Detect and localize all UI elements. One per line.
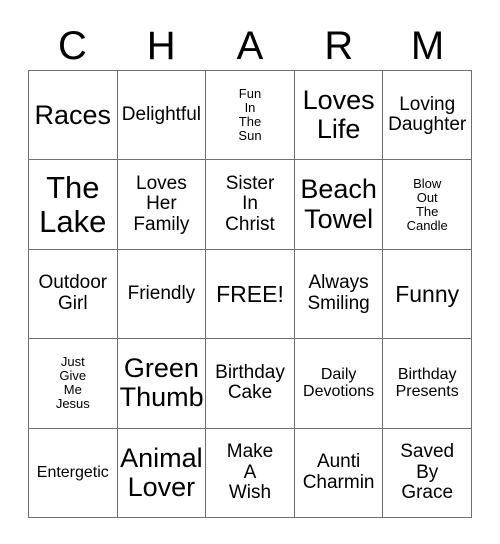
bingo-cell[interactable]: Friendly [117,249,207,340]
bingo-cell-label: Daily Devotions [303,366,375,401]
bingo-cell[interactable]: Loving Daughter [383,71,472,161]
bingo-cell-label: Loves Life [302,85,375,145]
bingo-cell[interactable]: Sister In Christ [206,160,295,250]
bingo-cell[interactable]: Make A Wish [206,428,295,518]
bingo-cell[interactable]: Outdoor Girl [29,249,118,340]
bingo-header-letter-4: M [410,24,445,68]
bingo-cell-label: Races [34,99,112,130]
bingo-cell-label: Green Thumb [119,353,204,413]
bingo-cell-label: Outdoor Girl [38,272,108,314]
bingo-cell-label: Just Give Me Jesus [55,354,90,412]
bingo-header-letter-1: H [146,24,176,68]
bingo-header-letter-2: A [236,24,264,68]
bingo-header-letters: CHARM [28,22,472,70]
bingo-cell-label: Aunti Charmin [302,451,375,493]
bingo-cell-label: Entergetic [36,464,109,482]
bingo-header-letter-0: C [57,24,87,68]
bingo-cell[interactable]: Blow Out The Candle [383,160,472,250]
bingo-cell[interactable]: Birthday Cake [206,339,295,429]
bingo-cell[interactable]: Aunti Charmin [294,428,384,518]
bingo-cell-label: Funny [395,280,460,307]
bingo-cell[interactable]: Saved By Grace [383,428,472,518]
bingo-cell[interactable]: Birthday Presents [383,339,472,429]
bingo-cell-label: Loving Daughter [388,93,467,136]
bingo-card: C H A R M Races Delightful Fun In The Sun Loves… [0,0,500,544]
bingo-cell[interactable]: Races [29,71,118,161]
bingo-cell-label: Saved By Grace [400,441,455,504]
bingo-free-cell[interactable]: FREE! [206,249,295,340]
bingo-cell-label: Delightful [121,103,201,125]
bingo-cell-label: Friendly [127,282,196,304]
bingo-cell-label: Loves Her Family [133,172,190,235]
bingo-cell[interactable]: Loves Life [294,71,384,161]
bingo-cell-label: Always Smiling [307,272,370,314]
bingo-cell[interactable]: Just Give Me Jesus [29,339,118,429]
bingo-cell-label: Make A Wish [226,441,274,504]
bingo-cell[interactable]: Loves Her Family [117,160,207,250]
bingo-cell-label: Beach Towel [300,174,377,234]
bingo-cell-label: Fun In The Sun [238,86,262,144]
bingo-cell-label: Birthday Cake [215,361,285,404]
bingo-cell-label: The Lake [39,170,107,239]
bingo-cell[interactable]: Entergetic [29,428,118,518]
bingo-header-letter-3: R [324,24,354,68]
bingo-cell[interactable]: Daily Devotions [294,339,384,429]
bingo-cell-label: Blow Out The Candle [406,175,448,233]
bingo-cell[interactable]: Fun In The Sun [206,71,295,161]
bingo-cell-label: Birthday Presents [395,366,459,401]
bingo-cell-label: FREE! [216,280,284,307]
bingo-cell-label: Sister In Christ [225,172,275,235]
bingo-cell[interactable]: Animal Lover [117,428,207,518]
bingo-cell[interactable]: The Lake [29,160,118,250]
bingo-cell[interactable]: Beach Towel [294,160,384,250]
bingo-cell[interactable]: Always Smiling [294,249,384,340]
bingo-cell[interactable]: Green Thumb [117,339,207,429]
bingo-cell-label: Animal Lover [120,442,203,502]
bingo-cell[interactable]: Funny [383,249,472,340]
bingo-grid: Races Delightful Fun In The Sun Loves Life L… [28,70,472,518]
bingo-cell[interactable]: Delightful [117,71,207,161]
